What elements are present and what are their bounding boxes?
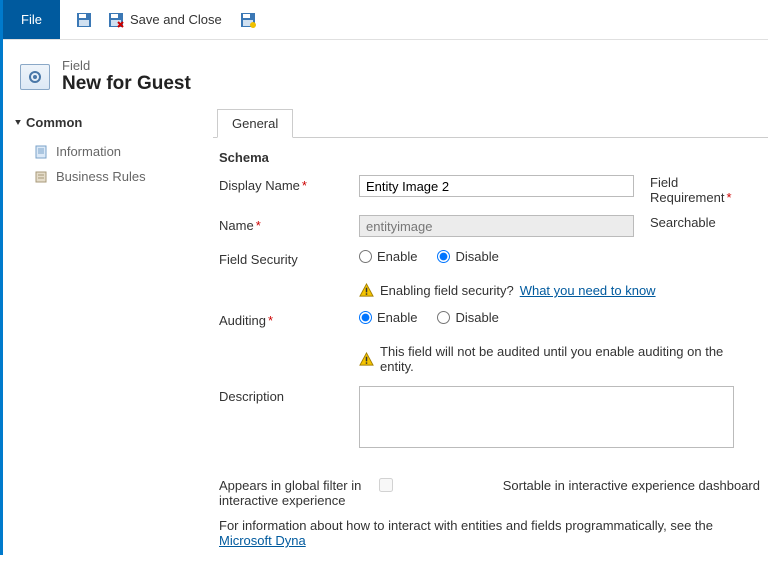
required-icon: * xyxy=(256,218,261,233)
radio-label: Enable xyxy=(377,310,417,325)
radio-label: Disable xyxy=(455,310,498,325)
security-info-link[interactable]: What you need to know xyxy=(520,283,656,298)
page-title: New for Guest xyxy=(62,73,191,95)
tabs: General xyxy=(213,109,768,138)
triangle-icon xyxy=(15,120,21,125)
auditing-enable-radio[interactable]: Enable xyxy=(359,310,417,325)
description-label: Description xyxy=(219,386,359,404)
warning-text: Enabling field security? xyxy=(380,283,514,298)
toolbar: File Save and Close xyxy=(0,0,768,40)
save-close-icon[interactable] xyxy=(108,12,124,28)
rules-icon xyxy=(34,170,48,184)
sdk-info-text: For information about how to interact wi… xyxy=(219,518,760,548)
info-text: For information about how to interact wi… xyxy=(219,518,713,533)
save-close-label[interactable]: Save and Close xyxy=(130,12,222,27)
name-input xyxy=(359,215,634,237)
sdk-link[interactable]: Microsoft Dyna xyxy=(219,533,306,548)
field-requirement-label: Field Requirement xyxy=(650,175,724,205)
auditing-warning: This field will not be audited until you… xyxy=(359,344,760,374)
save-icon[interactable] xyxy=(76,12,92,28)
sidebar-item-label: Information xyxy=(56,144,121,159)
display-name-input[interactable] xyxy=(359,175,634,197)
header: Field New for Guest xyxy=(0,40,768,109)
security-enable-radio[interactable]: Enable xyxy=(359,249,417,264)
sidebar-group-common[interactable]: Common xyxy=(14,109,203,139)
header-label: Field xyxy=(62,58,191,73)
tab-general[interactable]: General xyxy=(217,109,293,138)
required-icon: * xyxy=(268,313,273,328)
warning-text: This field will not be audited until you… xyxy=(380,344,760,374)
sidebar-item-label: Business Rules xyxy=(56,169,146,184)
radio-label: Disable xyxy=(455,249,498,264)
auditing-disable-radio[interactable]: Disable xyxy=(437,310,498,325)
required-icon: * xyxy=(302,178,307,193)
display-name-label: Display Name xyxy=(219,178,300,193)
name-label: Name xyxy=(219,218,254,233)
security-disable-radio[interactable]: Disable xyxy=(437,249,498,264)
field-security-label: Field Security xyxy=(219,249,359,267)
sidebar-item-information[interactable]: Information xyxy=(14,139,203,164)
save-new-icon[interactable] xyxy=(240,12,256,28)
warning-icon xyxy=(359,352,374,367)
gear-box-icon xyxy=(20,64,50,90)
page-icon xyxy=(34,145,48,159)
security-warning: Enabling field security? What you need t… xyxy=(359,283,760,298)
required-icon: * xyxy=(726,190,731,205)
sidebar: Common Information Business Rules xyxy=(0,109,213,564)
radio-label: Enable xyxy=(377,249,417,264)
accent-line xyxy=(0,0,3,555)
description-input[interactable] xyxy=(359,386,734,448)
warning-icon xyxy=(359,283,374,298)
searchable-label: Searchable xyxy=(642,215,760,230)
schema-heading: Schema xyxy=(219,150,760,165)
sortable-label: Sortable in interactive experience dashb… xyxy=(403,478,760,493)
sidebar-item-business-rules[interactable]: Business Rules xyxy=(14,164,203,189)
sidebar-group-label: Common xyxy=(26,115,82,130)
file-button[interactable]: File xyxy=(3,0,60,39)
global-filter-checkbox xyxy=(379,478,393,492)
auditing-label: Auditing xyxy=(219,313,266,328)
global-filter-label: Appears in global filter in interactive … xyxy=(219,478,369,508)
